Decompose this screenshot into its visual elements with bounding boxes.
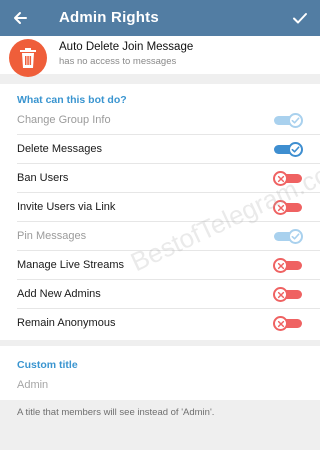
permission-toggle[interactable] [274,142,303,157]
close-icon [277,262,284,269]
permission-label: Invite Users via Link [17,201,116,213]
permission-toggle[interactable] [273,258,302,273]
page-title: Admin Rights [59,9,159,26]
custom-title-section: Custom title [0,346,320,400]
permission-label: Change Group Info [17,114,111,126]
permission-label: Pin Messages [17,230,87,242]
permission-toggle [274,229,303,244]
custom-title-input[interactable] [17,379,303,391]
permission-row-remain-anonymous[interactable]: Remain Anonymous [0,309,320,338]
permission-label: Ban Users [17,172,69,184]
permission-toggle[interactable] [273,171,302,186]
permissions-section: What can this bot do? Change Group Info … [0,84,320,340]
check-icon [291,233,300,240]
permission-row-pin-messages: Pin Messages [0,222,320,251]
close-icon [277,320,284,327]
permission-row-manage-live-streams[interactable]: Manage Live Streams [0,251,320,280]
permission-row-add-new-admins[interactable]: Add New Admins [0,280,320,309]
permission-label: Add New Admins [17,288,101,300]
custom-title-hint: A title that members will see instead of… [17,407,215,418]
close-icon [277,175,284,182]
trash-icon [20,48,36,68]
permissions-header: What can this bot do? [17,94,127,106]
app-bar: Admin Rights [0,0,320,36]
confirm-button[interactable] [288,6,312,30]
arrow-left-icon [14,12,27,24]
bot-avatar [9,39,47,77]
permission-label: Manage Live Streams [17,259,124,271]
permission-toggle[interactable] [273,200,302,215]
permission-toggle [274,113,303,128]
permission-row-delete-messages[interactable]: Delete Messages [0,135,320,164]
back-button[interactable] [8,6,32,30]
custom-title-header: Custom title [17,359,78,371]
check-icon [291,146,300,153]
permission-row-change-group-info: Change Group Info [0,106,320,135]
permission-label: Remain Anonymous [17,317,116,329]
permission-toggle[interactable] [273,316,302,331]
permission-row-ban-users[interactable]: Ban Users [0,164,320,193]
check-icon [291,117,300,124]
bot-info-card: Auto Delete Join Message has no access t… [0,36,320,77]
close-icon [277,204,284,211]
permission-row-invite-users[interactable]: Invite Users via Link [0,193,320,222]
bot-name: Auto Delete Join Message [59,41,194,53]
permission-label: Delete Messages [17,143,102,155]
bot-status: has no access to messages [59,56,177,67]
check-icon [293,13,307,24]
close-icon [277,291,284,298]
permission-toggle[interactable] [273,287,302,302]
